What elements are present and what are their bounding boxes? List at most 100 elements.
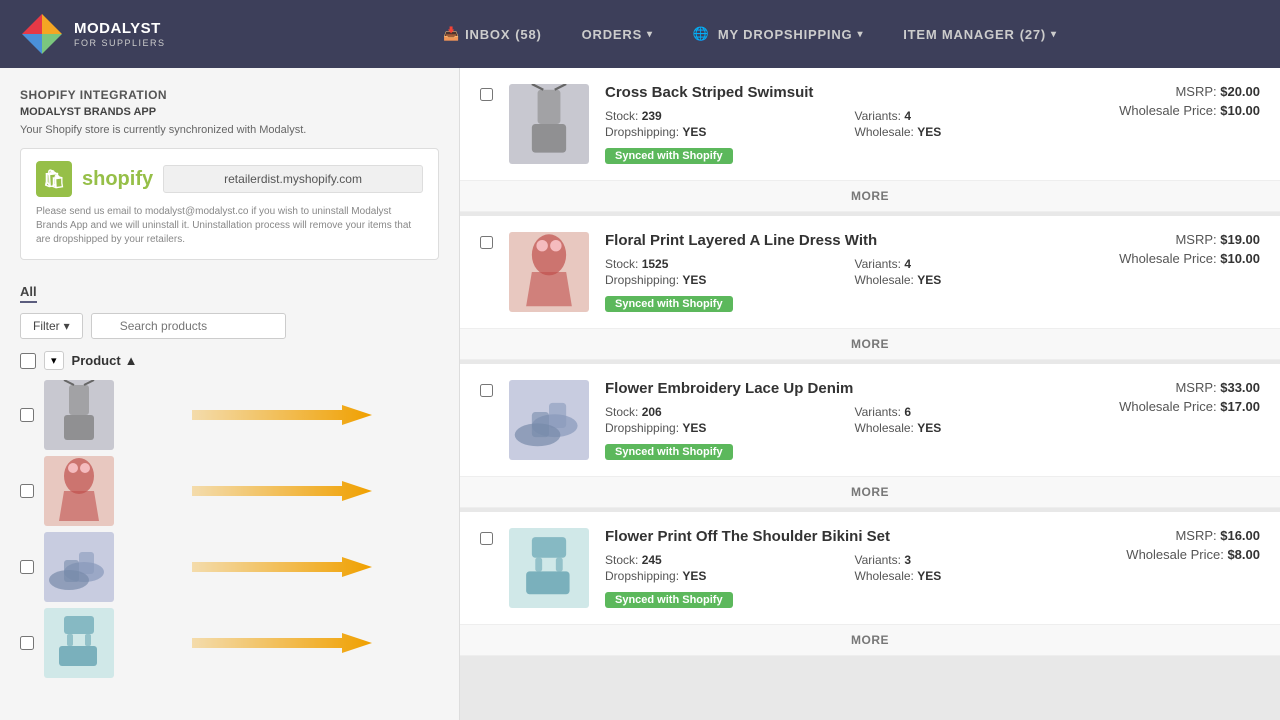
inbox-icon: 📥 <box>443 26 460 42</box>
shoes-thumb-icon <box>49 532 109 602</box>
shopify-logo-row: 🛍 shopify <box>36 161 423 197</box>
variants-label-4: Variants: 3 <box>855 553 1085 567</box>
orders-chevron-icon: ▾ <box>647 29 653 40</box>
globe-icon: 🌐 <box>693 26 710 42</box>
dropshipping-label-3: Dropshipping: YES <box>605 421 835 435</box>
stock-label-1: Stock: 239 <box>605 109 835 123</box>
more-button-3[interactable]: MORE <box>460 476 1280 507</box>
dropshipping-value-1: YES <box>682 125 706 139</box>
sidebar-arrow-3 <box>124 552 439 582</box>
nav-inbox[interactable]: 📥 INBOX (58) <box>443 26 542 42</box>
product-checkbox-3[interactable] <box>20 560 34 574</box>
filter-label: Filter <box>33 319 60 333</box>
product-card-2: Floral Print Layered A Line Dress With S… <box>460 216 1280 360</box>
wholesale-price-row-1: Wholesale Price: $10.00 <box>1100 103 1260 118</box>
dropshipping-value-2: YES <box>682 273 706 287</box>
synced-badge-1: Synced with Shopify <box>605 148 733 164</box>
nav-inbox-label: INBOX <box>465 27 510 42</box>
product-thumb-4 <box>44 608 114 678</box>
product-price-2: MSRP: $19.00 Wholesale Price: $10.00 <box>1100 232 1260 270</box>
more-button-2[interactable]: MORE <box>460 328 1280 359</box>
nav-orders[interactable]: ORDERS ▾ <box>582 27 653 42</box>
product-price-1: MSRP: $20.00 Wholesale Price: $10.00 <box>1100 84 1260 122</box>
product-select-1[interactable] <box>480 88 493 101</box>
product-card-1: Cross Back Striped Swimsuit Stock: 239 V… <box>460 68 1280 212</box>
all-label: All <box>20 284 37 303</box>
stock-value-1: 239 <box>642 109 662 123</box>
right-arrow-icon <box>192 476 372 506</box>
main-nav: 📥 INBOX (58) ORDERS ▾ 🌐 MY DROPSHIPPING … <box>240 26 1260 42</box>
sort-dropdown-button[interactable]: ▾ <box>44 351 64 370</box>
dress-image-icon <box>514 232 584 312</box>
header: MODALYST FOR SUPPLIERS 📥 INBOX (58) ORDE… <box>0 0 1280 68</box>
nav-dropshipping-label: MY DROPSHIPPING <box>718 27 853 42</box>
sidebar-arrow-1 <box>124 400 439 430</box>
sidebar-product-list <box>20 380 439 678</box>
bikini-thumb-icon <box>49 608 109 678</box>
stock-value-4: 245 <box>642 553 662 567</box>
select-all-checkbox[interactable] <box>20 353 36 369</box>
nav-orders-label: ORDERS <box>582 27 642 42</box>
nav-item-manager-label: ITEM MANAGER <box>903 27 1014 42</box>
variants-value-3: 6 <box>904 405 911 419</box>
dropshipping-chevron-icon: ▾ <box>857 29 863 40</box>
logo-icon <box>20 12 64 56</box>
wholesale-label-1: Wholesale: YES <box>855 125 1085 139</box>
dropshipping-label-1: Dropshipping: YES <box>605 125 835 139</box>
shopify-wordmark: shopify <box>82 168 153 191</box>
wholesale-label-4: Wholesale: YES <box>855 569 1085 583</box>
shopify-bag-icon: 🛍 <box>36 161 72 197</box>
variants-value-2: 4 <box>904 257 911 271</box>
product-card-main-1: Cross Back Striped Swimsuit Stock: 239 V… <box>460 68 1280 180</box>
filter-button[interactable]: Filter ▾ <box>20 313 83 339</box>
logo-sub: FOR SUPPLIERS <box>74 38 166 48</box>
dropshipping-value-3: YES <box>682 421 706 435</box>
product-thumb-3 <box>44 532 114 602</box>
product-name-4: Flower Print Off The Shoulder Bikini Set <box>605 528 1084 545</box>
msrp-value-2: $19.00 <box>1220 232 1260 247</box>
more-button-1[interactable]: MORE <box>460 180 1280 211</box>
modalyst-brands-app-label: MODALYST BRANDS APP <box>20 106 439 118</box>
product-meta-1: Stock: 239 Variants: 4 Dropshipping: YES… <box>605 109 1084 139</box>
product-card-main-2: Floral Print Layered A Line Dress With S… <box>460 216 1280 328</box>
product-checkbox-4[interactable] <box>20 636 34 650</box>
wholesale-value-2: YES <box>917 273 941 287</box>
list-item <box>20 456 439 526</box>
product-image-1 <box>509 84 589 164</box>
msrp-row-1: MSRP: $20.00 <box>1100 84 1260 99</box>
product-price-3: MSRP: $33.00 Wholesale Price: $17.00 <box>1100 380 1260 418</box>
logo-area: MODALYST FOR SUPPLIERS <box>20 12 240 56</box>
swimsuit-thumb-icon <box>49 380 109 450</box>
product-name-1: Cross Back Striped Swimsuit <box>605 84 1084 101</box>
product-image-4 <box>509 528 589 608</box>
more-button-4[interactable]: MORE <box>460 624 1280 655</box>
sync-text: Your Shopify store is currently synchron… <box>20 124 439 136</box>
variants-value-4: 3 <box>904 553 911 567</box>
wholesale-price-row-2: Wholesale Price: $10.00 <box>1100 251 1260 266</box>
product-select-4[interactable] <box>480 532 493 545</box>
stock-label-2: Stock: 1525 <box>605 257 835 271</box>
product-select-3[interactable] <box>480 384 493 397</box>
nav-item-manager[interactable]: ITEM MANAGER (27) ▾ <box>903 27 1057 42</box>
shopify-url-input[interactable] <box>163 165 423 193</box>
sidebar: SHOPIFY INTEGRATION MODALYST BRANDS APP … <box>0 68 460 720</box>
msrp-row-3: MSRP: $33.00 <box>1100 380 1260 395</box>
wholesale-price-value-3: $17.00 <box>1220 399 1260 414</box>
product-select-2[interactable] <box>480 236 493 249</box>
msrp-value-1: $20.00 <box>1220 84 1260 99</box>
msrp-value-3: $33.00 <box>1220 380 1260 395</box>
product-checkbox-2[interactable] <box>20 484 34 498</box>
product-checkbox-1[interactable] <box>20 408 34 422</box>
stock-label-4: Stock: 245 <box>605 553 835 567</box>
stock-value-3: 206 <box>642 405 662 419</box>
sort-dropdown-icon: ▾ <box>51 354 57 367</box>
product-info-4: Flower Print Off The Shoulder Bikini Set… <box>605 528 1084 608</box>
variants-value-1: 4 <box>904 109 911 123</box>
search-wrapper: 🔍 <box>91 313 439 339</box>
search-input[interactable] <box>91 313 286 339</box>
right-arrow-icon <box>192 552 372 582</box>
nav-dropshipping[interactable]: 🌐 MY DROPSHIPPING ▾ <box>693 26 863 42</box>
wholesale-price-value-2: $10.00 <box>1220 251 1260 266</box>
shopify-integration-title: SHOPIFY INTEGRATION <box>20 88 439 102</box>
shoes-image-icon <box>514 380 584 460</box>
